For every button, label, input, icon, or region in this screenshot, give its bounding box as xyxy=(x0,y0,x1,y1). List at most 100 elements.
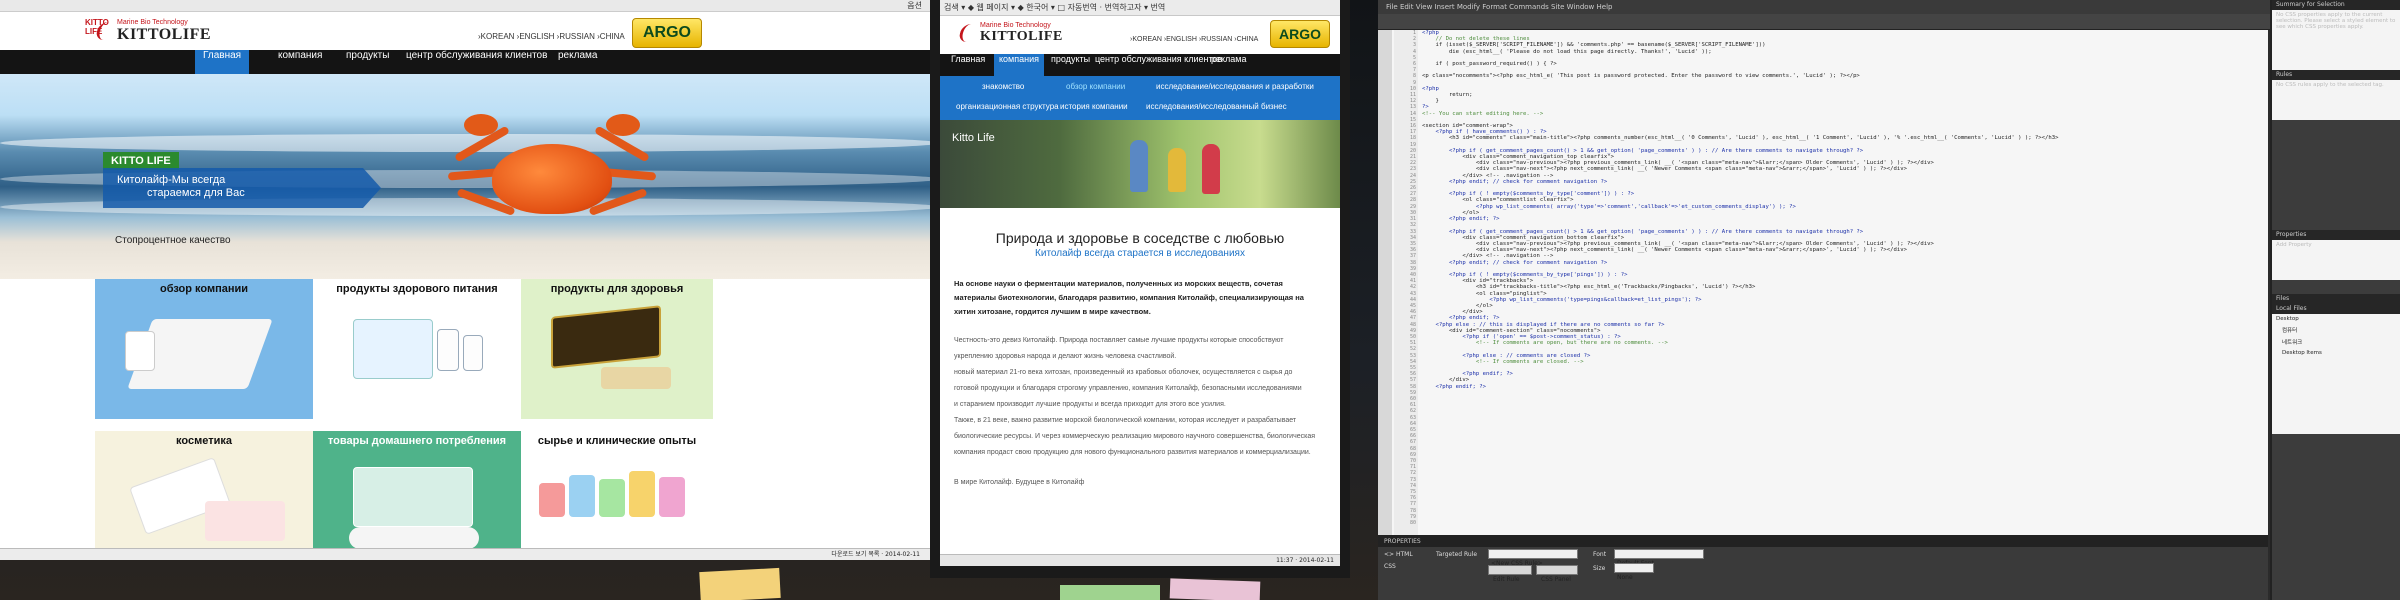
middle-monitor-browser: 검색 ▾ ◆ 웹 페이지 ▾ ◆ 한국어 ▾ □ 자동번역 · 번역하고자 ▾ … xyxy=(930,0,1350,578)
page-title: Природа и здоровье в соседстве с любовью xyxy=(995,230,1285,246)
argo-badge[interactable]: ARGO xyxy=(632,18,702,48)
file-tree-item[interactable]: Desktop Items xyxy=(2272,348,2400,358)
subnav-history[interactable]: история компании xyxy=(1060,102,1128,111)
left-monitor-browser: 옵션 KITTO LIFE Marine Bio Technology KITT… xyxy=(0,0,940,560)
sticky-note xyxy=(1169,578,1261,600)
language-links[interactable]: ›KOREAN ›ENGLISH ›RUSSIAN ›CHINA xyxy=(478,32,625,41)
hero-slogan: Китолайф-Мы всегда стараемся для Вас xyxy=(103,168,381,208)
local-files-title[interactable]: Local Files xyxy=(2272,304,2400,314)
file-tree-item[interactable]: Desktop xyxy=(2272,314,2400,324)
file-tree: Desktop 컴퓨터 네트워크 Desktop Items xyxy=(2272,314,2400,434)
nav-item-products[interactable]: продукты xyxy=(1046,54,1095,76)
body-text: Честность-это девиз Китолайф. Природа по… xyxy=(954,337,1316,456)
argo-badge[interactable]: ARGO xyxy=(1270,20,1330,48)
nav-item-advertising[interactable]: реклама xyxy=(1206,54,1252,76)
site-header: Marine Bio Technology KITTOLIFE ›KOREAN … xyxy=(940,16,1340,54)
product-box-image xyxy=(353,319,433,379)
nav-item-company[interactable]: компания xyxy=(270,50,330,74)
page-subtitle: Китолайф всегда старается в исследования… xyxy=(1035,248,1245,259)
browser-toolbar: 옵션 xyxy=(0,0,934,12)
kittolife-logo[interactable]: Marine Bio Technology KITTOLIFE xyxy=(948,20,1063,46)
logo-mark-icon xyxy=(948,20,975,46)
soap-box-image xyxy=(353,467,473,527)
editor-toolbar[interactable] xyxy=(1378,14,2400,30)
properties-section-title[interactable]: Properties xyxy=(2272,230,2400,240)
properties-panel: PROPERTIES <> HTML CSS Targeted Rule <Ne… xyxy=(1378,535,2268,600)
nav-item-advertising[interactable]: реклама xyxy=(550,50,605,74)
tile-raw-materials[interactable]: сырье и клинические опыты xyxy=(521,431,713,560)
taskbar-clock: 11:37 · 2014-02-11 xyxy=(940,554,1340,566)
line-number: 80 xyxy=(1409,520,1416,527)
nav-item-home[interactable]: Главная xyxy=(946,54,990,76)
files-panel-title[interactable]: Files xyxy=(2272,294,2400,304)
css-mode-button[interactable]: CSS xyxy=(1384,563,1396,570)
tile-health-products[interactable]: продукты для здоровья xyxy=(521,279,713,419)
logo-wordmark: KITTOLIFE xyxy=(980,28,1063,44)
kittolife-logo[interactable]: KITTO LIFE Marine Bio Technology KITTOLI… xyxy=(85,18,211,44)
right-monitor-code-editor: File Edit View Insert Modify Format Comm… xyxy=(1378,0,2400,600)
font-label: Font xyxy=(1593,551,1607,558)
logo-tagline: Marine Bio Technology xyxy=(980,21,1051,29)
site-header: KITTO LIFE Marine Bio Technology KITTOLI… xyxy=(0,12,934,50)
editor-gutter[interactable] xyxy=(1378,30,1392,535)
editor-menubar[interactable]: File Edit View Insert Modify Format Comm… xyxy=(1378,0,2400,14)
hero-banner: KITTO LIFE Китолайф-Мы всегда стараемся … xyxy=(0,74,934,279)
nav-item-company[interactable]: компания xyxy=(994,54,1044,76)
nav-item-customer-service[interactable]: центр обслуживания клиентов xyxy=(398,50,555,74)
css-summary-text: No CSS properties apply to the current s… xyxy=(2272,10,2400,70)
nav-item-products[interactable]: продукты xyxy=(338,50,397,74)
tile-company-overview[interactable]: обзор компании xyxy=(95,279,313,419)
logo-wordmark: KITTOLIFE xyxy=(117,25,212,43)
subnav-company-overview[interactable]: обзор компании xyxy=(1066,82,1125,91)
rules-text: No CSS rules apply to the selected tag. xyxy=(2272,80,2400,120)
size-label: Size xyxy=(1593,565,1606,572)
file-tree-item[interactable]: 네트워크 xyxy=(2272,336,2400,348)
gift-box-image xyxy=(551,305,661,369)
sub-nav: знакомство обзор компании исследование/и… xyxy=(940,76,1340,120)
file-tree-item[interactable]: 컴퓨터 xyxy=(2272,324,2400,336)
sticky-note xyxy=(699,567,781,600)
tile-health-food[interactable]: продукты здорового питания xyxy=(313,279,521,419)
language-links[interactable]: ›KOREAN ›ENGLISH ›RUSSIAN ›CHINA xyxy=(1130,36,1258,43)
code-view[interactable]: 1 2 3 4 5 6 7 8 9 10 11 12 13 14 15 16 17 18 19 20 21 22 23 24 2… xyxy=(1378,30,2268,535)
taskbar: 다운로드 보기 목록 · 2014-02-11 xyxy=(0,548,934,560)
nav-item-home[interactable]: Главная xyxy=(195,50,250,74)
targeted-rule-select[interactable]: <New CSS Rule> xyxy=(1488,549,1578,567)
logo-tagline: Marine Bio Technology xyxy=(117,18,188,26)
translation-toolbar[interactable]: 검색 ▾ ◆ 웹 페이지 ▾ ◆ 한국어 ▾ □ 자동번역 · 번역하고자 ▾ … xyxy=(940,0,1340,16)
font-select[interactable]: Default Font xyxy=(1614,549,1704,567)
size-select[interactable]: None xyxy=(1614,563,1654,581)
subnav-research-business[interactable]: исследования/исследованный бизнес xyxy=(1146,102,1287,111)
side-panels: Summary for Selection No CSS properties … xyxy=(2270,0,2400,600)
subnav-rnd[interactable]: исследование/исследования и разработки xyxy=(1156,82,1314,91)
intro-paragraph: На основе науки о ферментации материалов… xyxy=(954,279,1304,316)
children-banner-image: Kitto Life xyxy=(940,120,1340,208)
edit-rule-button[interactable]: Edit Rule xyxy=(1488,565,1532,583)
language-select[interactable]: 옵션 xyxy=(907,0,922,11)
crab-image xyxy=(447,110,657,240)
main-nav: Главная компания продукты центр обслужив… xyxy=(940,54,1340,76)
tile-household-goods[interactable]: товары домашнего потребления xyxy=(313,431,521,560)
add-property-link[interactable]: Add Property xyxy=(2272,240,2400,280)
logo-mark-icon: KITTO LIFE xyxy=(85,18,112,44)
tile-cosmetics[interactable]: косметика xyxy=(95,431,313,560)
subnav-org-structure[interactable]: организационная структура xyxy=(956,102,1059,111)
rules-title[interactable]: Rules xyxy=(2272,70,2400,80)
hero-quality-text: Стопроцентное качество xyxy=(115,235,231,246)
main-nav: Главная компания продукты центр обслужив… xyxy=(0,50,934,74)
properties-title: PROPERTIES xyxy=(1378,537,2268,547)
css-panel-button[interactable]: CSS Panel xyxy=(1536,565,1578,583)
targeted-rule-label: Targeted Rule xyxy=(1436,551,1478,558)
css-summary-title[interactable]: Summary for Selection xyxy=(2272,0,2400,10)
footer-text: В мире Китолайф. Будущее в Китолайф xyxy=(954,479,1085,486)
line-numbers: 1 2 3 4 5 6 7 8 9 10 11 12 13 14 15 16 17 18 19 20 21 22 23 24 2… xyxy=(1394,30,1418,535)
subnav-introduction[interactable]: знакомство xyxy=(982,82,1024,91)
banner-title: Kitto Life xyxy=(952,132,995,144)
code-line[interactable]: <?php endif; ?> xyxy=(1422,384,2262,390)
category-tiles: обзор компании продукты здорового питани… xyxy=(0,279,934,560)
desk-photo-scene: 옵션 KITTO LIFE Marine Bio Technology KITT… xyxy=(0,0,2400,600)
html-mode-button[interactable]: <> HTML xyxy=(1384,551,1413,558)
beaker-image xyxy=(539,483,565,517)
code-text[interactable]: <?php // Do not delete these lines if (i… xyxy=(1422,30,2262,535)
sticky-note xyxy=(1060,585,1160,600)
